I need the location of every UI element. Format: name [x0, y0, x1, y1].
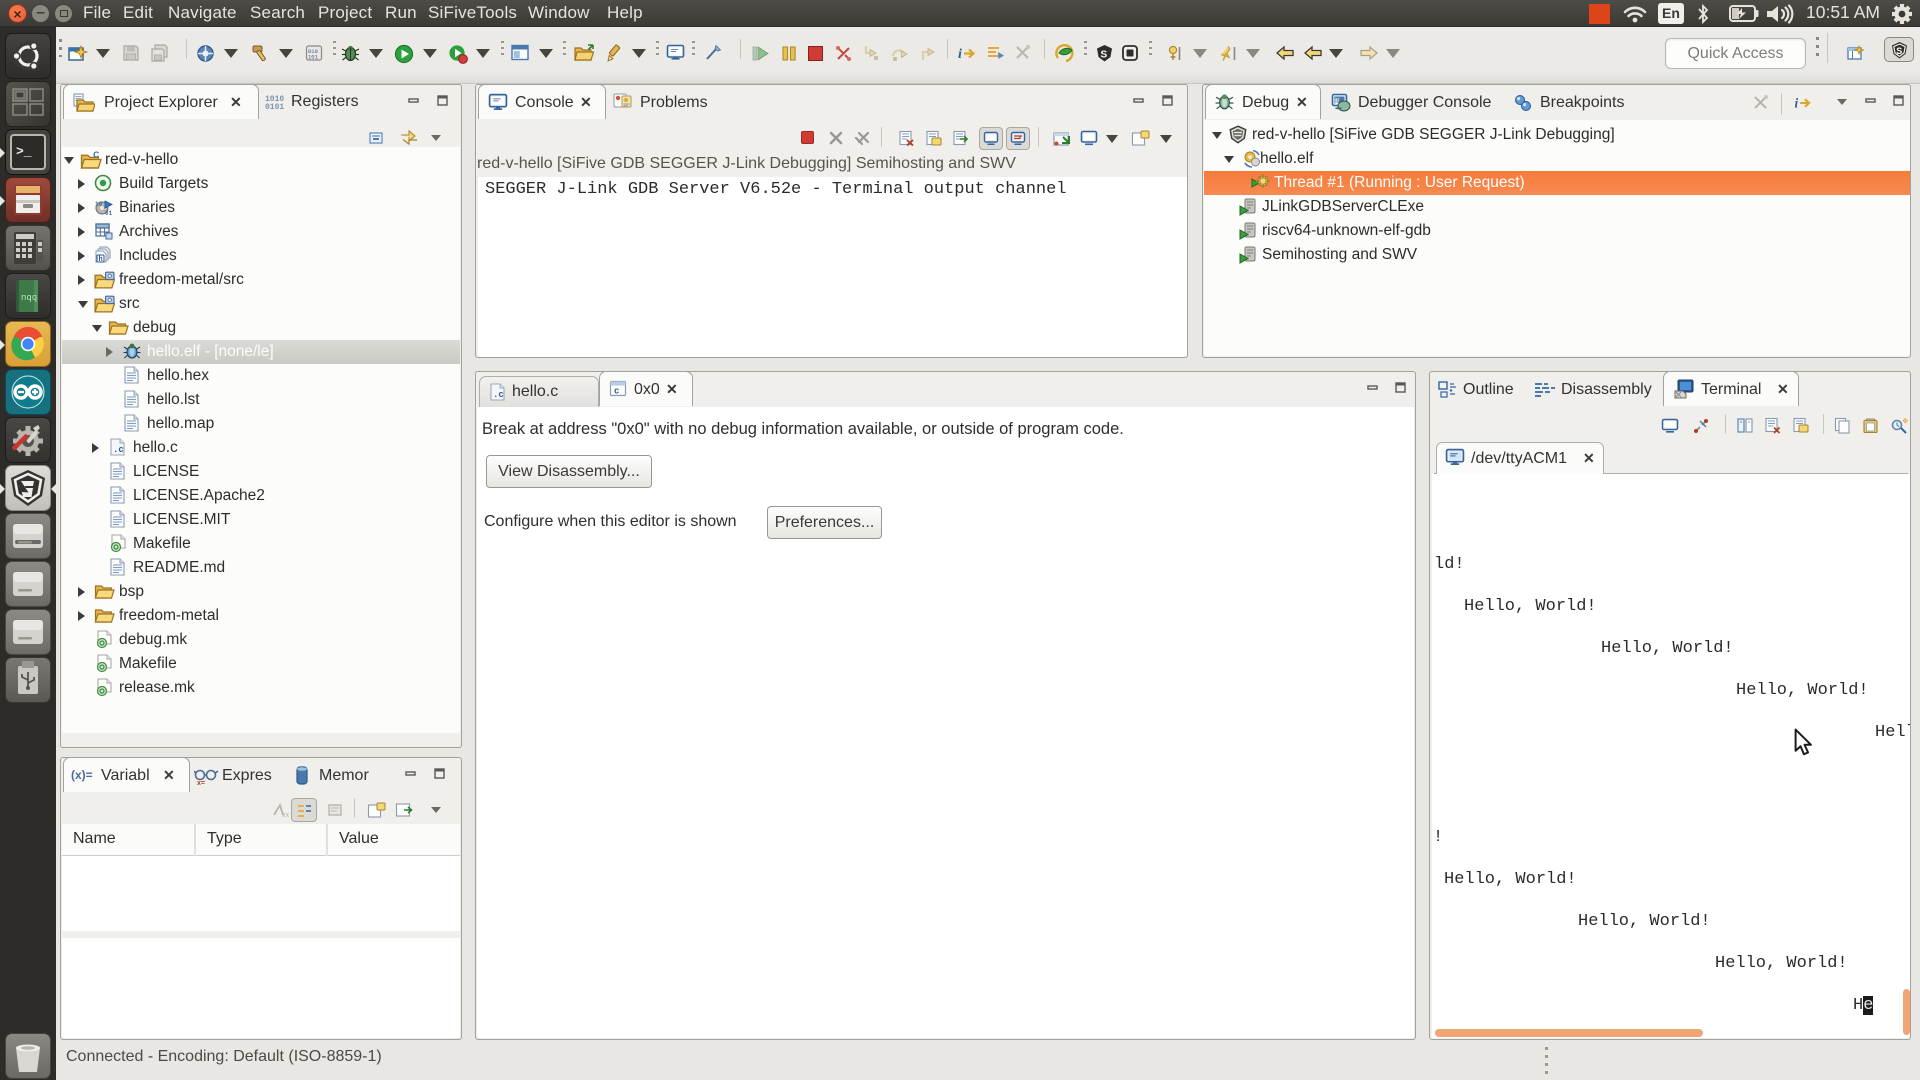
svg-text:c: c [614, 387, 619, 397]
svg-text:S: S [1896, 46, 1902, 56]
svg-text:i: i [1794, 95, 1798, 110]
svg-text:x=: x= [197, 780, 205, 786]
svg-text:i: i [958, 47, 962, 62]
svg-text:nqq: nqq [21, 293, 37, 303]
svg-text:S: S [1101, 50, 1108, 61]
svg-text:xx: xx [282, 812, 290, 819]
svg-text:101: 101 [308, 54, 319, 61]
svg-text:0101: 0101 [265, 103, 284, 111]
